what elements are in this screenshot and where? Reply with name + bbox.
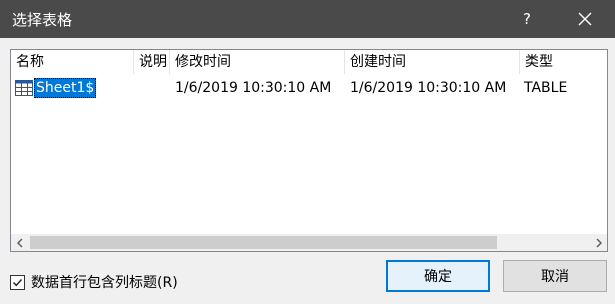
table-list[interactable]: 名称 说明 修改时间 创建时间 类型 Sheet1$ 1/6/2019 10:3… (10, 49, 608, 252)
checkbox-label[interactable]: 数据首行包含列标题(R) (31, 272, 178, 292)
title-bar[interactable]: 选择表格 ? (0, 0, 615, 38)
scroll-right-button[interactable] (590, 234, 607, 251)
checkmark-icon (13, 278, 23, 286)
scrollbar-thumb[interactable] (30, 236, 497, 249)
dialog-title: 选择表格 (12, 11, 73, 29)
column-header-created[interactable]: 创建时间 (345, 50, 520, 74)
right-arrow-icon (595, 237, 602, 248)
ok-button[interactable]: 确定 (386, 260, 490, 292)
scroll-left-button[interactable] (11, 234, 28, 251)
column-header-modified[interactable]: 修改时间 (170, 50, 345, 74)
column-header-name[interactable]: 名称 (11, 50, 134, 74)
cancel-button[interactable]: 取消 (503, 260, 607, 292)
table-row[interactable]: Sheet1$ 1/6/2019 10:30:10 AM 1/6/2019 10… (11, 76, 607, 100)
help-label: ? (523, 10, 531, 28)
column-header-row: 名称 说明 修改时间 创建时间 类型 (11, 50, 607, 74)
checkbox-box[interactable] (10, 274, 25, 290)
row-type-cell: TABLE (524, 80, 568, 96)
table-icon (15, 80, 33, 96)
left-arrow-icon (16, 237, 23, 248)
select-table-dialog: 选择表格 ? 名称 说明 修改时间 创建时间 类型 Sheet1$ 1/6/20… (0, 0, 615, 304)
help-button[interactable]: ? (508, 0, 546, 38)
row-created-cell: 1/6/2019 10:30:10 AM (350, 80, 507, 96)
row-name-text: Sheet1$ (34, 78, 97, 98)
close-button[interactable] (562, 0, 608, 38)
row-modified-cell: 1/6/2019 10:30:10 AM (175, 80, 332, 96)
horizontal-scrollbar[interactable] (11, 234, 607, 251)
column-header-description[interactable]: 说明 (134, 50, 170, 74)
column-header-type[interactable]: 类型 (520, 50, 607, 74)
row-name-cell[interactable]: Sheet1$ (15, 76, 97, 100)
header-row-checkbox[interactable]: 数据首行包含列标题(R) (10, 272, 178, 292)
close-icon (578, 12, 592, 26)
